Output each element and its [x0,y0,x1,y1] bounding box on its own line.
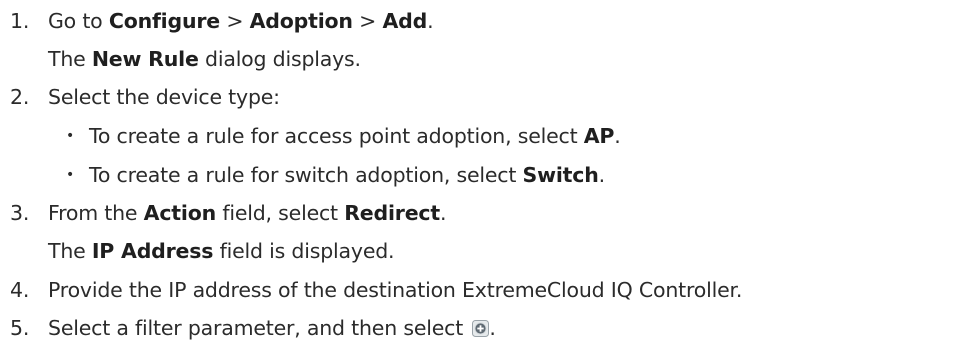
step-number: 4. [10,278,30,302]
step-text: Select a filter parameter, and then sele… [48,316,496,340]
option-ap: AP [583,124,615,148]
dialog-name: New Rule [91,47,199,71]
step-text: Go to Configure > Adoption > Add. [48,9,434,33]
menu-adoption: Adoption [249,9,353,33]
step-number: 2. [10,85,30,109]
step-text: Provide the IP address of the destinatio… [48,278,743,302]
add-circle-icon [472,318,490,337]
step-number: 1. [10,9,30,33]
menu-add: Add [382,9,428,33]
option-switch: Switch [522,163,599,187]
field-action: Action [143,201,217,225]
field-ip-address: IP Address [91,239,214,263]
step-number: 3. [10,201,30,225]
bullet-glyph: • [66,128,75,144]
step-number: 5. [10,316,30,340]
menu-configure: Configure [108,9,220,33]
procedure-steps: 1. Go to Configure > Adoption > Add. The… [10,9,743,340]
bullet-glyph: • [66,167,75,183]
option-redirect: Redirect [344,201,440,225]
step-text: From the Action field, select Redirect. [48,201,447,225]
step-text: Select the device type: [48,85,280,109]
